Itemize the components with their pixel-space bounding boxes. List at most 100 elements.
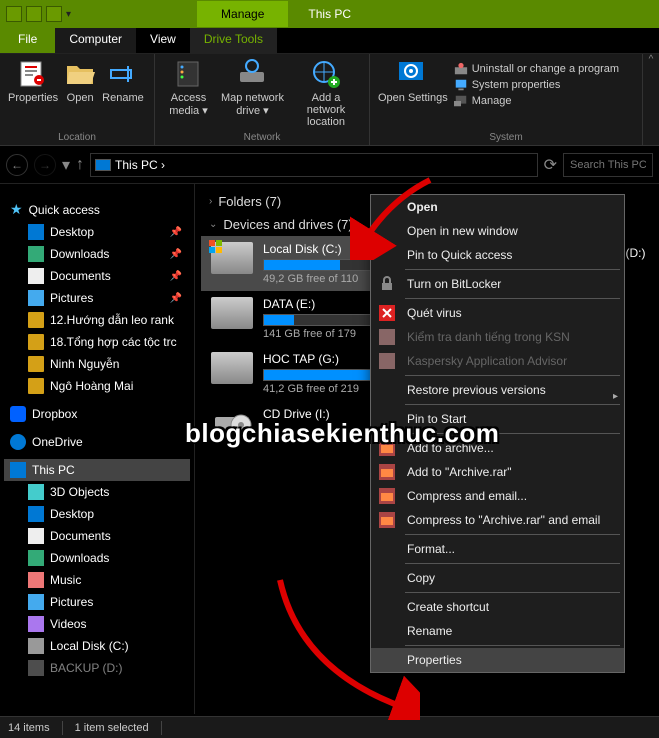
desktop-icon [28,224,44,240]
recent-dropdown[interactable]: ▾ [62,155,70,175]
qat-undo-icon[interactable] [46,6,62,22]
videos-icon [28,616,44,632]
navigation-pane[interactable]: ★Quick access Desktop📌 Downloads📌 Docume… [0,184,195,714]
sidebar-desktop[interactable]: Desktop📌 [4,221,190,243]
back-button[interactable]: ← [6,154,28,176]
open-button[interactable]: Open [64,58,96,104]
pictures-icon [28,594,44,610]
separator [405,592,620,593]
map-network-drive-button[interactable]: Map network drive ▾ [220,58,285,128]
sidebar-music[interactable]: Music [4,569,190,591]
separator [405,534,620,535]
ctx-rename[interactable]: Rename [371,619,624,643]
access-media-button[interactable]: Access media ▾ [163,58,214,128]
view-tab[interactable]: View [136,28,190,53]
sidebar-quick-access[interactable]: ★Quick access [4,198,190,221]
separator [405,375,620,376]
sidebar-documents[interactable]: Documents📌 [4,265,190,287]
separator [405,645,620,646]
sidebar-videos[interactable]: Videos [4,613,190,635]
qat-save-icon[interactable] [26,6,42,22]
folder-icon [28,334,44,350]
kaspersky-icon [379,329,395,345]
properties-button[interactable]: Properties [8,58,58,104]
sidebar-f4[interactable]: Ngô Hoàng Mai [4,375,190,397]
thispc-icon [95,159,111,171]
ctx-open[interactable]: Open [371,195,624,219]
sidebar-backup[interactable]: BACKUP (D:) [4,657,190,679]
up-button[interactable]: ↑ [76,156,84,174]
window-title: This PC [308,7,351,21]
sidebar-dropbox[interactable]: Dropbox [4,403,190,425]
sidebar-pictures2[interactable]: Pictures [4,591,190,613]
ctx-pin-quickaccess[interactable]: Pin to Quick access [371,243,624,267]
music-icon [28,572,44,588]
ctx-create-shortcut[interactable]: Create shortcut [371,595,624,619]
sidebar-pictures[interactable]: Pictures📌 [4,287,190,309]
separator [405,563,620,564]
dropbox-icon [10,406,26,422]
item-count: 14 items [8,722,50,734]
sidebar-3d[interactable]: 3D Objects [4,481,190,503]
ctx-bitlocker[interactable]: Turn on BitLocker [371,272,624,296]
drive-icon [28,638,44,654]
collapse-ribbon[interactable]: ^ [643,54,659,145]
settings-icon [397,58,429,90]
map-drive-icon [236,58,268,90]
location-group-label: Location [0,132,154,143]
address-path[interactable]: This PC › [90,153,538,177]
ctx-compress-rar-email[interactable]: Compress to "Archive.rar" and email [371,508,624,532]
ctx-open-new[interactable]: Open in new window [371,219,624,243]
open-folder-icon [64,58,96,90]
ctx-format[interactable]: Format... [371,537,624,561]
pin-icon: 📌 [170,293,182,304]
sidebar-downloads[interactable]: Downloads📌 [4,243,190,265]
hdd-icon [211,352,253,384]
drive-tools-tab[interactable]: Drive Tools [190,28,277,53]
add-network-location-button[interactable]: Add a network location [291,58,361,128]
search-input[interactable] [563,153,653,177]
manage-tab[interactable]: Manage [197,1,288,27]
ctx-add-rar[interactable]: Add to "Archive.rar" [371,460,624,484]
sidebar-downloads2[interactable]: Downloads [4,547,190,569]
sidebar-onedrive[interactable]: OneDrive [4,431,190,453]
add-location-icon [310,58,342,90]
manage-link[interactable]: Manage [454,94,619,108]
sidebar-f2[interactable]: 18.Tổng hợp các tộc trc [4,331,190,353]
content-pane[interactable]: ›Folders (7) ⌄Devices and drives (7) Loc… [195,184,659,714]
ctx-restore[interactable]: Restore previous versions [371,378,624,402]
uninstall-icon [454,62,468,76]
star-icon: ★ [10,201,23,218]
separator [405,404,620,405]
computer-tab[interactable]: Computer [55,28,136,53]
kaspersky-icon [379,353,395,369]
ctx-scan-virus[interactable]: Quét virus [371,301,624,325]
sidebar-localdisk[interactable]: Local Disk (C:) [4,635,190,657]
drive-icon [28,660,44,676]
refresh-button[interactable]: ⟳ [544,155,557,175]
forward-button[interactable]: → [34,154,56,176]
ctx-copy[interactable]: Copy [371,566,624,590]
file-tab[interactable]: File [0,28,55,53]
3d-icon [28,484,44,500]
qat-dropdown[interactable]: ▾ [66,9,71,20]
uninstall-link[interactable]: Uninstall or change a program [454,62,619,76]
separator [62,721,63,735]
ctx-properties[interactable]: Properties [371,648,624,672]
ctx-compress-email[interactable]: Compress and email... [371,484,624,508]
folder-icon [28,356,44,372]
sidebar-desktop2[interactable]: Desktop [4,503,190,525]
sidebar-documents2[interactable]: Documents [4,525,190,547]
kaspersky-icon [379,305,395,321]
titlebar: ▾ Manage This PC [0,0,659,28]
downloads-icon [28,550,44,566]
system-properties-link[interactable]: System properties [454,78,619,92]
sidebar-f1[interactable]: 12.Hướng dẫn leo rank [4,309,190,331]
open-settings-button[interactable]: Open Settings [378,58,448,108]
system-icon [454,78,468,92]
rename-button[interactable]: Rename [102,58,144,104]
pictures-icon [28,290,44,306]
pin-icon: 📌 [170,227,182,238]
sidebar-thispc[interactable]: This PC [4,459,190,481]
sidebar-f3[interactable]: Ninh Nguyễn [4,353,190,375]
